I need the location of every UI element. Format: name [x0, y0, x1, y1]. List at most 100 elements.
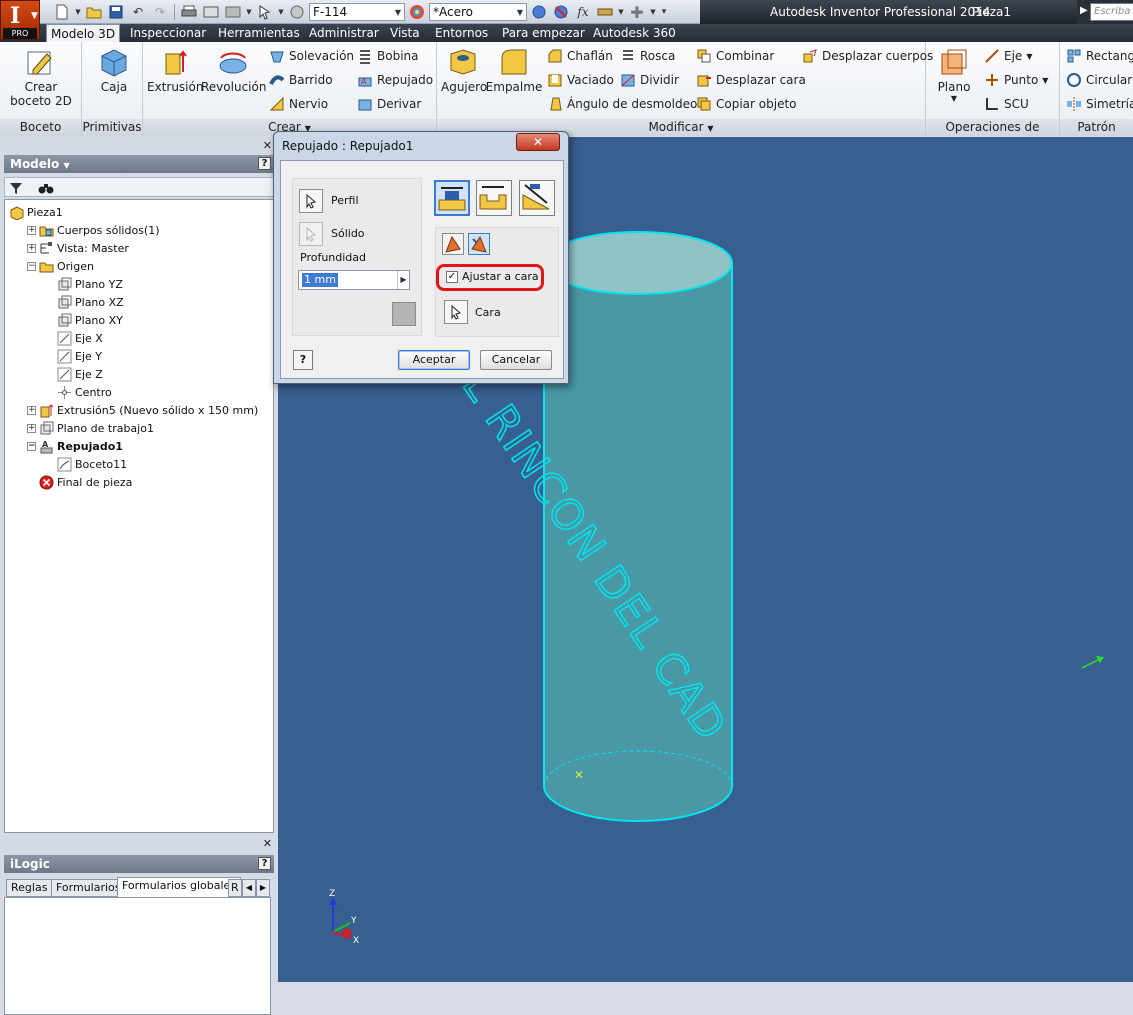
measure-icon[interactable]: [595, 3, 615, 21]
customize-toolbar-icon[interactable]: ▾: [659, 3, 669, 21]
split-button[interactable]: Dividir: [620, 70, 679, 90]
box-button[interactable]: Caja: [94, 46, 134, 94]
tree-item[interactable]: Boceto11: [45, 455, 127, 473]
emboss-from-face-button[interactable]: [434, 180, 470, 216]
direction-right-button[interactable]: [468, 233, 490, 255]
revolve-button[interactable]: Revolución: [201, 46, 266, 94]
tab-r[interactable]: R: [228, 879, 242, 897]
draft-angle-button[interactable]: Ángulo de desmoldeo: [547, 94, 697, 114]
tree-item[interactable]: − A Repujado1: [27, 437, 123, 455]
print-icon[interactable]: [179, 3, 199, 21]
emboss-engrave-from-plane-button[interactable]: [519, 180, 555, 216]
search-input[interactable]: Escriba p: [1090, 3, 1133, 21]
tab-herramientas[interactable]: Herramientas: [214, 24, 304, 42]
redo-icon[interactable]: ↷: [150, 3, 170, 21]
expand-icon[interactable]: +: [27, 243, 36, 253]
undo-icon[interactable]: ↶: [128, 3, 148, 21]
combine-button[interactable]: Combinar: [696, 46, 774, 66]
shell-button[interactable]: Vaciado: [547, 70, 614, 90]
rib-button[interactable]: Nervio: [269, 94, 328, 114]
rectangular-pattern-button[interactable]: Rectangu: [1066, 46, 1133, 66]
tab-para-empezar[interactable]: Para empezar: [498, 24, 589, 42]
tree-item[interactable]: + Extrusión5 (Nuevo sólido x 150 mm): [27, 401, 258, 419]
tab-formularios[interactable]: Formularios: [51, 879, 126, 897]
tree-item[interactable]: − Origen: [27, 257, 94, 275]
top-face-color-button[interactable]: [392, 302, 416, 326]
extrude-button[interactable]: Extrusión: [147, 46, 203, 94]
coil-button[interactable]: Bobina: [357, 46, 418, 66]
tab-entornos[interactable]: Entornos: [431, 24, 492, 42]
tree-item[interactable]: Final de pieza: [27, 473, 132, 491]
fillet-button[interactable]: Empalme: [485, 46, 543, 94]
application-menu-button[interactable]: I PRO ▼: [0, 0, 40, 40]
new-file-icon[interactable]: [52, 3, 72, 21]
cylinder-top-face[interactable]: [543, 231, 733, 295]
material-dropdown[interactable]: *Acero ▼: [429, 3, 527, 21]
hole-button[interactable]: Agujero: [441, 46, 487, 94]
expand-icon[interactable]: +: [27, 423, 36, 433]
tree-item[interactable]: Eje X: [45, 329, 103, 347]
tab-reglas[interactable]: Reglas: [6, 879, 53, 897]
sweep-button[interactable]: Barrido: [269, 70, 333, 90]
copy-object-button[interactable]: Copiar objeto: [696, 94, 797, 114]
open-folder-icon[interactable]: [84, 3, 104, 21]
browser-header[interactable]: Modelo ▼ ?: [4, 155, 274, 173]
direction-left-button[interactable]: [442, 233, 464, 255]
create-2d-sketch-button[interactable]: Crear boceto 2D: [6, 46, 76, 108]
save-icon[interactable]: [106, 3, 126, 21]
appearance-icon[interactable]: [407, 3, 427, 21]
tree-item[interactable]: + Cuerpos sólidos(1): [27, 221, 159, 239]
thread-button[interactable]: Rosca: [620, 46, 675, 66]
style-dropdown[interactable]: F-114 ▼: [309, 3, 405, 21]
emboss-button[interactable]: A Repujado: [357, 70, 433, 90]
expand-icon[interactable]: +: [27, 405, 36, 415]
tree-item[interactable]: Plano XY: [45, 311, 123, 329]
engrave-from-face-button[interactable]: [476, 180, 512, 216]
derive-button[interactable]: Derivar: [357, 94, 421, 114]
collapse-icon[interactable]: −: [27, 261, 36, 271]
tree-item[interactable]: Plano XZ: [45, 293, 124, 311]
help-icon[interactable]: ?: [258, 857, 271, 870]
dropdown-arrow-icon[interactable]: ▼: [649, 3, 657, 21]
tree-item[interactable]: Plano YZ: [45, 275, 123, 293]
chamfer-button[interactable]: Chaflán: [547, 46, 613, 66]
tab-autodesk-360[interactable]: Autodesk 360: [589, 24, 680, 42]
tree-item[interactable]: Centro: [45, 383, 112, 401]
tree-item[interactable]: Eje Z: [45, 365, 103, 383]
adjust-appearance-icon[interactable]: [529, 3, 549, 21]
scroll-left-icon[interactable]: ◀: [242, 879, 256, 897]
wrap-to-face-checkbox[interactable]: ✓: [446, 271, 458, 283]
cancel-button[interactable]: Cancelar: [480, 350, 552, 370]
plus-icon[interactable]: ✚: [627, 3, 647, 22]
circular-pattern-button[interactable]: Circular: [1066, 70, 1132, 90]
move-face-button[interactable]: Desplazar cara: [696, 70, 806, 90]
properties-icon[interactable]: [201, 3, 221, 21]
dropdown-arrow-icon[interactable]: ▼: [277, 3, 285, 21]
select-mode-icon[interactable]: [255, 3, 275, 21]
point-button[interactable]: Punto ▼: [984, 70, 1048, 90]
solid-select-button[interactable]: [299, 222, 323, 246]
tab-modelo-3d[interactable]: Modelo 3D: [46, 24, 121, 43]
dialog-help-button[interactable]: ?: [293, 350, 313, 370]
scroll-right-icon[interactable]: ▶: [256, 879, 270, 897]
dropdown-arrow-icon[interactable]: ▼: [74, 3, 82, 21]
ucs-button[interactable]: SCU: [984, 94, 1029, 114]
move-bodies-button[interactable]: Desplazar cuerpos: [802, 46, 933, 66]
tab-inspeccionar[interactable]: Inspeccionar: [126, 24, 210, 42]
expand-icon[interactable]: +: [27, 225, 36, 235]
plane-button[interactable]: Plano ▼: [932, 46, 976, 103]
depth-input[interactable]: 1 mm ▶: [298, 270, 410, 290]
tab-vista[interactable]: Vista: [386, 24, 424, 42]
dropdown-arrow-icon[interactable]: ▼: [245, 3, 253, 21]
collapse-icon[interactable]: −: [27, 441, 36, 451]
close-icon[interactable]: ✕: [263, 837, 272, 850]
help-icon[interactable]: ?: [258, 157, 271, 170]
wrap-to-face-label[interactable]: Ajustar a cara: [462, 270, 539, 283]
tree-item[interactable]: Eje Y: [45, 347, 102, 365]
dropdown-arrow-icon[interactable]: ▼: [617, 3, 625, 21]
chevron-right-icon[interactable]: ▶: [397, 271, 409, 289]
dialog-close-button[interactable]: ✕: [516, 133, 560, 151]
tab-formularios-globales[interactable]: Formularios globales: [117, 877, 242, 897]
loft-button[interactable]: Solevación: [269, 46, 354, 66]
close-icon[interactable]: ✕: [263, 139, 272, 152]
